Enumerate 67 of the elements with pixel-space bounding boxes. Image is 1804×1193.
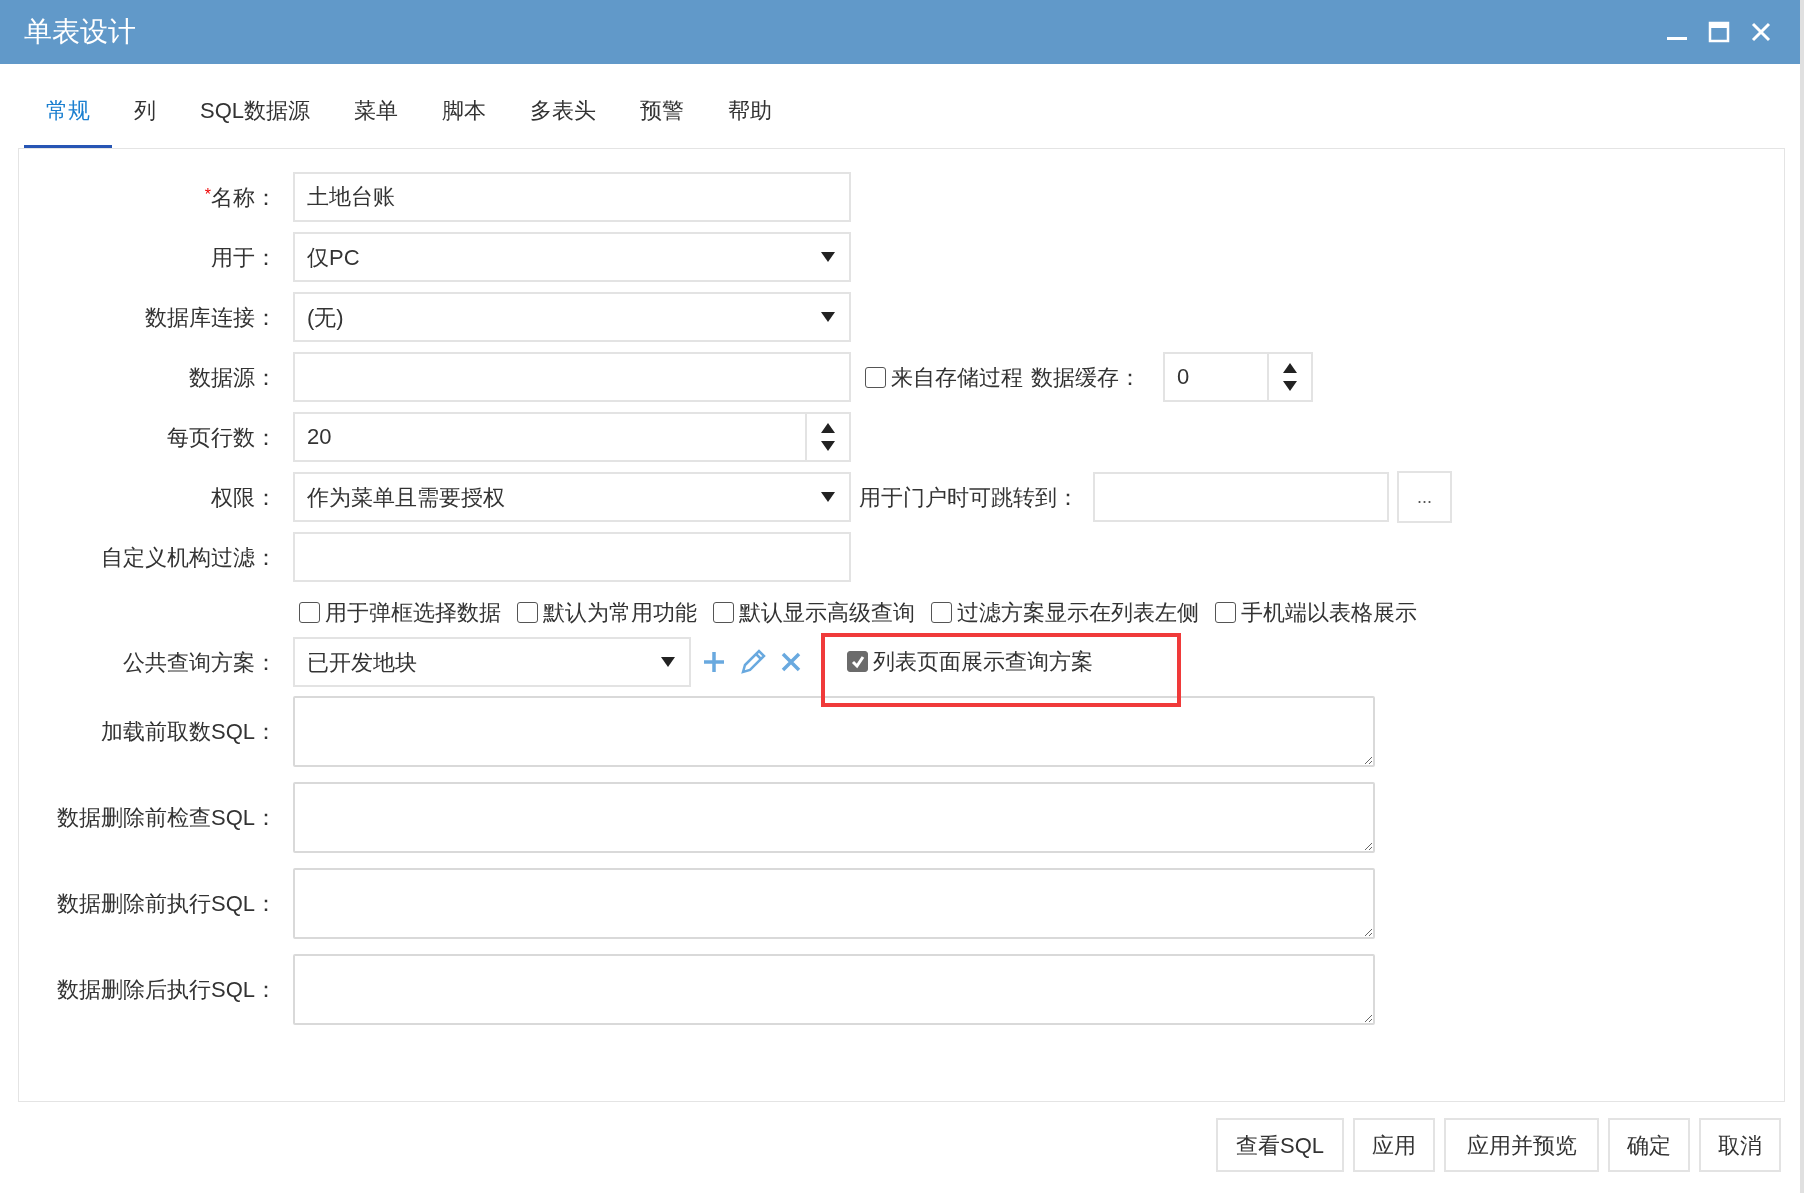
field-label: 数据删除后执行SQL： — [56, 976, 277, 1004]
dialog-button[interactable]: 取消 — [1699, 1118, 1781, 1172]
tab[interactable]: 菜单 — [332, 94, 421, 148]
checkbox[interactable] — [299, 601, 320, 623]
tab[interactable]: 预警 — [618, 94, 707, 148]
checkbox[interactable] — [847, 651, 868, 672]
spinner-arrows-icon[interactable] — [821, 422, 835, 452]
dropdown-arrow-icon — [821, 492, 835, 502]
checkbox-label: 过滤方案显示在列表左侧 — [957, 598, 1199, 627]
input-field[interactable]: 土地台账 — [293, 172, 851, 222]
close-icon[interactable] — [1750, 21, 1772, 43]
dropdown[interactable]: (无) — [293, 292, 851, 342]
checkbox-label: 手机端以表格展示 — [1241, 598, 1417, 627]
checkbox-label: 来自存储过程 — [891, 363, 1023, 392]
input-field[interactable] — [293, 352, 851, 402]
checkbox-label: 用于弹框选择数据 — [325, 598, 501, 627]
dialog-button[interactable]: 应用并预览 — [1444, 1118, 1599, 1172]
dropdown-arrow-icon — [821, 252, 835, 262]
checkbox[interactable] — [517, 601, 538, 623]
field-label: 数据删除前执行SQL： — [56, 890, 277, 918]
tab[interactable]: 帮助 — [706, 94, 795, 148]
delete-icon[interactable] — [781, 652, 801, 672]
required-mark: * — [204, 184, 211, 203]
field-label: 数据缓存： — [1031, 363, 1141, 392]
field-label: 公共查询方案： — [123, 648, 277, 677]
field-label: 用于门户时可跳转到： — [859, 483, 1079, 512]
checkbox-label: 默认显示高级查询 — [739, 598, 915, 627]
spinner-button[interactable] — [807, 412, 851, 462]
dropdown[interactable]: 作为菜单且需要授权 — [293, 472, 851, 522]
dialog-button[interactable]: 应用 — [1353, 1118, 1435, 1172]
tab[interactable]: 列 — [112, 94, 178, 148]
field-label: 数据库连接： — [145, 303, 277, 332]
checkbox[interactable] — [1215, 601, 1236, 623]
pencil-icon[interactable] — [739, 648, 767, 676]
field-label: 自定义机构过滤： — [101, 543, 277, 572]
number-field[interactable]: 0 — [1163, 352, 1269, 402]
tab[interactable]: 常规 — [24, 94, 112, 148]
dropdown[interactable]: 仅PC — [293, 232, 851, 282]
checkbox-label: 列表页面展示查询方案 — [873, 648, 1093, 676]
tab[interactable]: 多表头 — [508, 94, 619, 148]
field-label: 数据删除前检查SQL： — [56, 804, 277, 832]
maximize-icon[interactable] — [1708, 21, 1730, 43]
dialog-button[interactable]: 查看SQL — [1216, 1118, 1344, 1172]
spinner-arrows-icon[interactable] — [1283, 362, 1297, 392]
dropdown-arrow-icon — [821, 312, 835, 322]
spinner-button[interactable] — [1269, 352, 1313, 402]
dropdown-arrow-icon — [661, 657, 675, 667]
checkbox[interactable] — [931, 601, 952, 623]
dropdown[interactable]: 已开发地块 — [293, 637, 691, 687]
number-field[interactable]: 20 — [293, 412, 807, 462]
dialog-button[interactable]: 确定 — [1608, 1118, 1690, 1172]
field-label: 权限： — [211, 483, 277, 512]
input-field[interactable] — [1093, 472, 1389, 522]
field-label: 名称： — [211, 183, 277, 212]
checkbox[interactable] — [865, 366, 886, 388]
field-label: 数据源： — [189, 363, 277, 392]
field-label: 用于： — [211, 243, 277, 272]
tab[interactable]: SQL数据源 — [178, 94, 333, 148]
window-title: 单表设计 — [24, 15, 136, 49]
browse-button[interactable]: ... — [1397, 471, 1452, 523]
field-label: 加载前取数SQL： — [100, 718, 277, 746]
input-field[interactable] — [293, 532, 851, 582]
add-icon[interactable] — [703, 651, 725, 673]
checkbox-label: 默认为常用功能 — [543, 598, 697, 627]
checkbox[interactable] — [713, 601, 734, 623]
field-label: 每页行数： — [167, 423, 277, 452]
tab[interactable]: 脚本 — [420, 94, 509, 148]
